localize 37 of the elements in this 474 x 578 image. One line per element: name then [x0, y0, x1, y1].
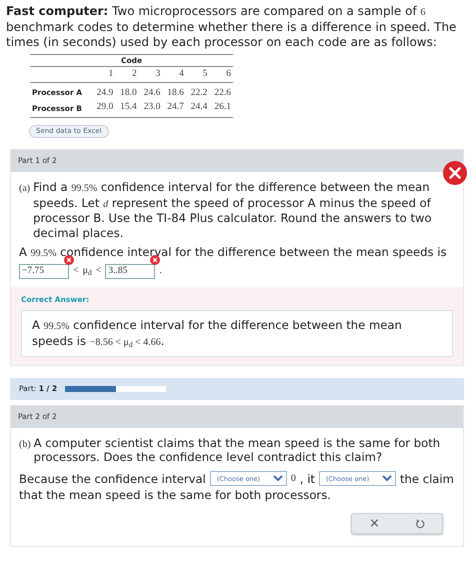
column-heading: 3: [138, 66, 162, 82]
column-heading: 5: [186, 66, 210, 82]
table-cell: 15.4: [115, 100, 139, 118]
table-cell: 24.9: [92, 82, 116, 100]
problem-text: Fast computer: Two microprocessors are compared on a sample of 6 benchmark codes to determine whether there is a difference in speed. The times (in seconds) used by each processor on each code are as follows:: [5, 3, 458, 50]
reset-icon: [414, 518, 424, 529]
table-cell: 18.6: [162, 82, 186, 100]
table-cell: 22.2: [186, 82, 210, 100]
answer-text: , it: [300, 470, 315, 487]
column-heading: 6: [209, 66, 233, 82]
part-label: (a): [19, 182, 30, 196]
math-symbol: .: [159, 264, 162, 277]
table-cell: 26.1: [209, 100, 233, 118]
correct-answer-text: A 99.5% confidence interval for the difference between the mean speeds is −8.56 < μ$_{d}$ < 4.66.: [21, 310, 453, 358]
column-heading: 4: [162, 66, 186, 82]
answer-text: the claim: [400, 470, 454, 487]
answer-text: that the mean speed is the same for both processors.: [19, 488, 331, 502]
answer-text: A 99.5% confidence interval for the difference between the mean speeds is: [18, 244, 448, 260]
math-symbol: 0: [290, 472, 296, 486]
answer-field[interactable]: −7.75: [19, 264, 69, 278]
table-cell: 22.6: [209, 82, 233, 100]
table-cell: 24.7: [162, 100, 186, 118]
column-heading: 2: [115, 66, 139, 82]
table-cell: 24.6: [138, 82, 162, 100]
question-text: A computer scientist claims that the mean speed is the same for both processors. Does the confidence level contradict this claim?: [34, 436, 442, 465]
question-text: Find a 99.5% confidence interval for the difference between the mean speeds. Let d represent the speed of processor A minus the speed of processor B. Use the TI-84 Plus calculator. Round the answers to two decimal places.: [33, 180, 433, 240]
table-cell: 29.0: [92, 100, 116, 118]
column-heading: 1: [92, 66, 116, 82]
answer-field[interactable]: 3..85: [105, 264, 156, 278]
part-label: (b): [19, 438, 31, 452]
math-symbol: <: [96, 264, 102, 277]
table-cell: 23.0: [138, 100, 162, 118]
table-cell: 18.0: [115, 82, 139, 100]
table-cell: 24.4: [186, 100, 210, 118]
math-symbol: μ$_{d}$: [82, 264, 92, 277]
math-symbol: <: [73, 264, 79, 277]
answer-text: Because the confidence interval: [19, 470, 206, 487]
